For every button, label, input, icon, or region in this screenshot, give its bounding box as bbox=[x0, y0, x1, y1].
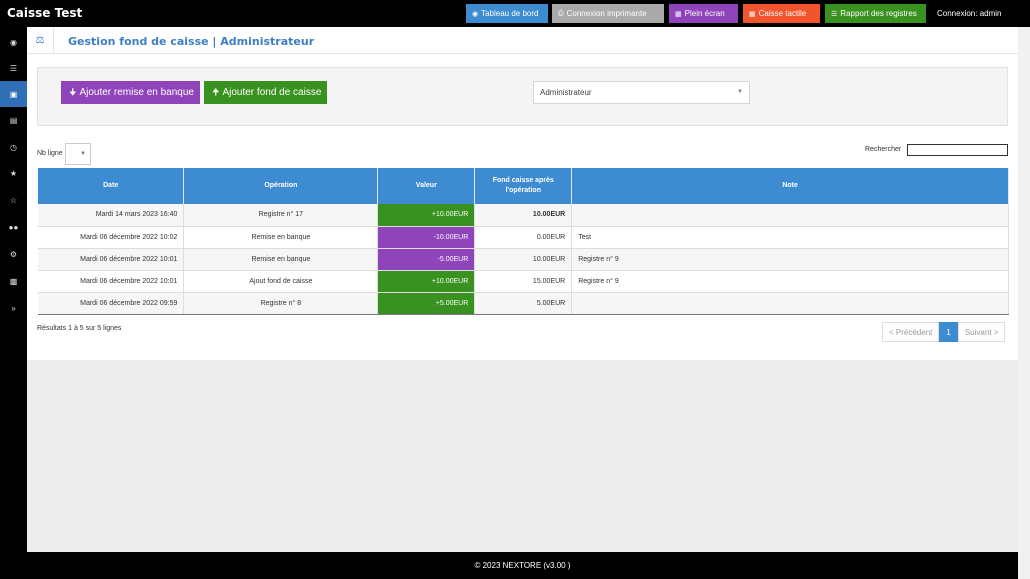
document-icon[interactable]: ▤ bbox=[0, 107, 27, 133]
table-row[interactable]: Mardi 14 mars 2023 16:40 Registre n° 17 … bbox=[38, 204, 1009, 227]
print-icon: ⎙ bbox=[558, 9, 564, 17]
arrow-down-icon: 🠋 bbox=[69, 86, 77, 97]
rows-per-page-label: Nb ligne bbox=[37, 150, 63, 157]
add-cash-fund-label: Ajouter fond de caisse bbox=[222, 87, 322, 98]
star-icon[interactable]: ★ bbox=[0, 160, 27, 186]
user-select[interactable]: Administrateur ▼ bbox=[533, 81, 750, 104]
star-outline-icon[interactable]: ☆ bbox=[0, 187, 27, 213]
cart-icon[interactable]: ▣ bbox=[0, 81, 27, 107]
cell-operation: Remise en banque bbox=[183, 226, 379, 249]
chevron-down-icon: ▼ bbox=[80, 151, 86, 157]
actions-panel: 🠋 Ajouter remise en banque 🠉 Ajouter fon… bbox=[37, 67, 1008, 126]
cell-fund-after: 10.00EUR bbox=[474, 248, 573, 271]
cell-fund-after: 10.00EUR bbox=[474, 204, 573, 227]
cell-note: Test bbox=[571, 226, 1009, 249]
printer-connect-label: Connexion imprimante bbox=[566, 9, 647, 18]
page-header: ⚖ Gestion fond de caisse | Administrateu… bbox=[27, 27, 1018, 54]
cell-note: Registre n° 9 bbox=[571, 248, 1009, 271]
cell-value: +10.00EUR bbox=[377, 270, 476, 293]
register-report-button[interactable]: ☰ Rapport des registres bbox=[825, 4, 926, 23]
cell-note bbox=[571, 204, 1009, 227]
list-icon: ☰ bbox=[831, 10, 838, 18]
cell-date: Mardi 06 décembre 2022 10:01 bbox=[38, 270, 185, 293]
users-icon[interactable]: ●● bbox=[0, 214, 27, 240]
dashboard-button[interactable]: ◉ Tableau de bord bbox=[466, 4, 548, 23]
expand-icon[interactable]: » bbox=[0, 295, 27, 321]
footer-copyright: © 2023 NEXTORE (v3.00 ) bbox=[474, 561, 571, 570]
cell-operation: Registre n° 17 bbox=[183, 204, 379, 227]
cell-value: +10.00EUR bbox=[377, 204, 476, 227]
results-summary: Résultats 1 à 5 sur 5 lignes bbox=[37, 325, 122, 332]
rows-per-page-select[interactable]: ▼ bbox=[65, 143, 91, 165]
grid-icon: ▦ bbox=[675, 10, 682, 18]
cell-value: +5.00EUR bbox=[377, 292, 476, 315]
cash-fund-table: Date Opération Valeur Fond caisse après … bbox=[38, 168, 1009, 315]
cell-note bbox=[571, 292, 1009, 315]
brand-title[interactable]: Caisse Test bbox=[7, 6, 82, 20]
table-row[interactable]: Mardi 06 décembre 2022 10:01 Remise en b… bbox=[38, 248, 1009, 271]
chevron-down-icon: ▼ bbox=[737, 89, 743, 95]
clock-icon[interactable]: ◷ bbox=[0, 134, 27, 160]
dashboard-icon: ◉ bbox=[472, 10, 479, 18]
column-header-note[interactable]: Note bbox=[571, 168, 1009, 204]
column-header-fund-after[interactable]: Fond caisse après l'opération bbox=[474, 168, 573, 204]
fullscreen-label: Plein écran bbox=[684, 9, 725, 18]
column-header-date[interactable]: Date bbox=[38, 168, 185, 204]
add-cash-fund-button[interactable]: 🠉 Ajouter fond de caisse bbox=[204, 81, 327, 104]
fullscreen-button[interactable]: ▦ Plein écran bbox=[669, 4, 738, 23]
cell-operation: Registre n° 8 bbox=[183, 292, 379, 315]
cell-value: -10.00EUR bbox=[377, 226, 476, 249]
search-input[interactable] bbox=[907, 144, 1008, 156]
touch-register-label: Caisse tactile bbox=[758, 9, 807, 18]
pagination: < Précédent 1 Suivant > bbox=[882, 322, 1006, 342]
cell-note: Registre n° 9 bbox=[571, 270, 1009, 293]
cell-date: Mardi 06 décembre 2022 10:01 bbox=[38, 248, 185, 271]
cell-date: Mardi 06 décembre 2022 09:59 bbox=[38, 292, 185, 315]
top-navbar: Caisse Test ◉ Tableau de bord ⎙ Connexio… bbox=[0, 0, 1030, 27]
add-bank-deposit-label: Ajouter remise en banque bbox=[79, 87, 194, 98]
column-header-value[interactable]: Valeur bbox=[377, 168, 476, 204]
connection-status[interactable]: Connexion: admin bbox=[937, 9, 1001, 18]
cell-operation: Ajout fond de caisse bbox=[183, 270, 379, 293]
cell-operation: Remise en banque bbox=[183, 248, 379, 271]
pagination-previous[interactable]: < Précédent bbox=[882, 322, 940, 342]
dashboard-button-label: Tableau de bord bbox=[481, 9, 539, 18]
cell-value: -5.00EUR bbox=[377, 248, 476, 271]
pagination-next[interactable]: Suivant > bbox=[957, 322, 1006, 342]
gear-icon[interactable]: ⚙ bbox=[0, 241, 27, 267]
table-row[interactable]: Mardi 06 décembre 2022 09:59 Registre n°… bbox=[38, 292, 1009, 315]
dashboard-icon[interactable]: ◉ bbox=[0, 29, 27, 55]
cell-fund-after: 15.00EUR bbox=[474, 270, 573, 293]
register-report-label: Rapport des registres bbox=[840, 9, 917, 18]
cell-fund-after: 0.00EUR bbox=[474, 226, 573, 249]
touch-register-button[interactable]: ▦ Caisse tactile bbox=[743, 4, 820, 23]
page-scrollbar[interactable] bbox=[1018, 27, 1030, 579]
scale-icon: ⚖ bbox=[27, 27, 54, 54]
table-row[interactable]: Mardi 06 décembre 2022 10:02 Remise en b… bbox=[38, 226, 1009, 249]
user-select-value: Administrateur bbox=[540, 88, 592, 97]
table-row[interactable]: Mardi 06 décembre 2022 10:01 Ajout fond … bbox=[38, 270, 1009, 293]
page-title: Gestion fond de caisse | Administrateur bbox=[68, 35, 315, 48]
chart-icon[interactable]: ▩ bbox=[0, 268, 27, 294]
list-icon[interactable]: ☰ bbox=[0, 55, 27, 81]
footer: © 2023 NEXTORE (v3.00 ) bbox=[27, 552, 1018, 579]
arrow-up-icon: 🠉 bbox=[212, 86, 220, 97]
grid-icon: ▦ bbox=[749, 10, 756, 18]
printer-connect-button[interactable]: ⎙ Connexion imprimante bbox=[552, 4, 664, 23]
search-label: Rechercher bbox=[865, 146, 902, 153]
cell-date: Mardi 06 décembre 2022 10:02 bbox=[38, 226, 185, 249]
add-bank-deposit-button[interactable]: 🠋 Ajouter remise en banque bbox=[61, 81, 200, 104]
column-header-operation[interactable]: Opération bbox=[183, 168, 379, 204]
cell-date: Mardi 14 mars 2023 16:40 bbox=[38, 204, 185, 227]
sidebar: ◉ ☰ ▣ ▤ ◷ ★ ☆ ●● ⚙ ▩ » bbox=[0, 27, 27, 579]
pagination-page-1[interactable]: 1 bbox=[939, 322, 958, 342]
main-content: ⚖ Gestion fond de caisse | Administrateu… bbox=[27, 27, 1018, 360]
cell-fund-after: 5.00EUR bbox=[474, 292, 573, 315]
